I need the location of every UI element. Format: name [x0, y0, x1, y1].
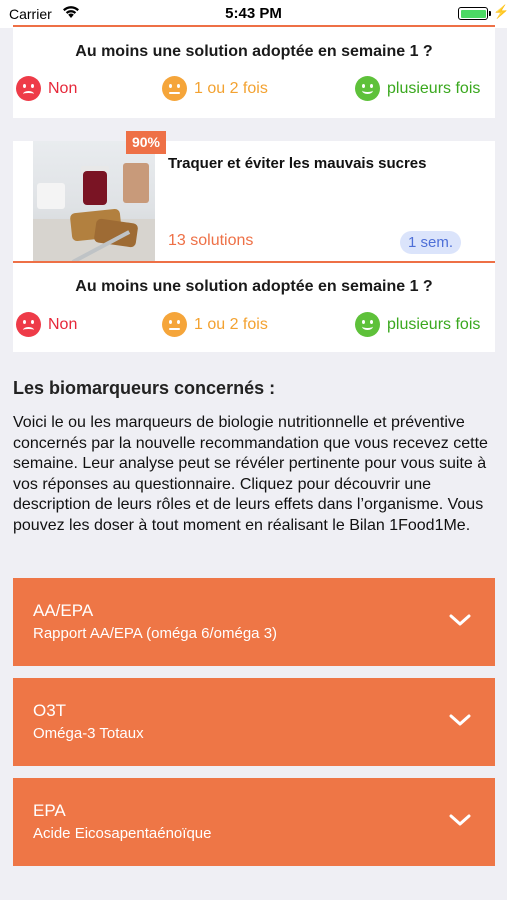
answer-no-button[interactable]: Non [16, 76, 77, 101]
answer-label: 1 ou 2 fois [194, 315, 268, 333]
biomarker-name: Acide Eicosapentaénoïque [33, 825, 212, 842]
progress-badge: 90% [126, 131, 166, 154]
answer-label: plusieurs fois [387, 315, 481, 333]
biomarker-name: Oméga-3 Totaux [33, 725, 144, 742]
status-bar: Carrier 5:43 PM ⚡ [0, 0, 507, 28]
happy-face-icon [355, 76, 380, 101]
neutral-face-icon [162, 76, 187, 101]
biomarker-code: AA/EPA [33, 601, 94, 620]
answer-label: 1 ou 2 fois [194, 79, 268, 97]
solutions-count: 13 solutions [168, 232, 254, 249]
answer-several-button[interactable]: plusieurs fois [355, 76, 480, 101]
chevron-down-icon[interactable] [449, 812, 471, 828]
biomarkers-description: Voici le ou les marqueurs de biologie nu… [13, 414, 488, 534]
answer-label: plusieurs fois [387, 79, 481, 97]
neutral-face-icon [162, 312, 187, 337]
answer-once-twice-button[interactable]: 1 ou 2 fois [162, 312, 268, 337]
weekly-question-card: Au moins une solution adoptée en semaine… [13, 261, 495, 352]
answer-several-button[interactable]: plusieurs fois [355, 312, 480, 337]
breakfast-photo [33, 141, 155, 261]
answer-label: Non [48, 315, 78, 333]
biomarker-code: EPA [33, 801, 66, 820]
answer-label: Non [48, 79, 78, 97]
sad-face-icon [16, 312, 41, 337]
happy-face-icon [355, 312, 380, 337]
chevron-down-icon[interactable] [449, 712, 471, 728]
biomarker-code: O3T [33, 701, 67, 720]
biomarker-name: Rapport AA/EPA (oméga 6/oméga 3) [33, 625, 278, 642]
question-title: Au moins une solution adoptée en semaine… [75, 278, 433, 295]
recommendation-card[interactable]: 90% Traquer et éviter les mauvais sucres… [13, 131, 495, 261]
battery-level [460, 9, 486, 18]
chevron-down-icon[interactable] [449, 612, 471, 628]
duration-badge: 1 sem. [400, 231, 462, 254]
charging-icon: ⚡ [493, 4, 507, 19]
sad-face-icon [16, 76, 41, 101]
answer-no-button[interactable]: Non [16, 312, 77, 337]
clock: 5:43 PM [225, 5, 282, 22]
weekly-question-card: Au moins une solution adoptée en semaine… [13, 25, 495, 118]
question-title: Au moins une solution adoptée en semaine… [75, 43, 433, 60]
biomarker-item-o3t[interactable]: O3T Oméga-3 Totaux [13, 678, 495, 766]
biomarker-item-aa-epa[interactable]: AA/EPA Rapport AA/EPA (oméga 6/oméga 3) [13, 578, 495, 666]
recommendation-title: Traquer et éviter les mauvais sucres [168, 155, 427, 172]
answer-once-twice-button[interactable]: 1 ou 2 fois [162, 76, 268, 101]
biomarker-item-epa[interactable]: EPA Acide Eicosapentaénoïque [13, 778, 495, 866]
biomarkers-heading: Les biomarqueurs concernés : [13, 378, 276, 398]
battery-icon [458, 7, 491, 20]
